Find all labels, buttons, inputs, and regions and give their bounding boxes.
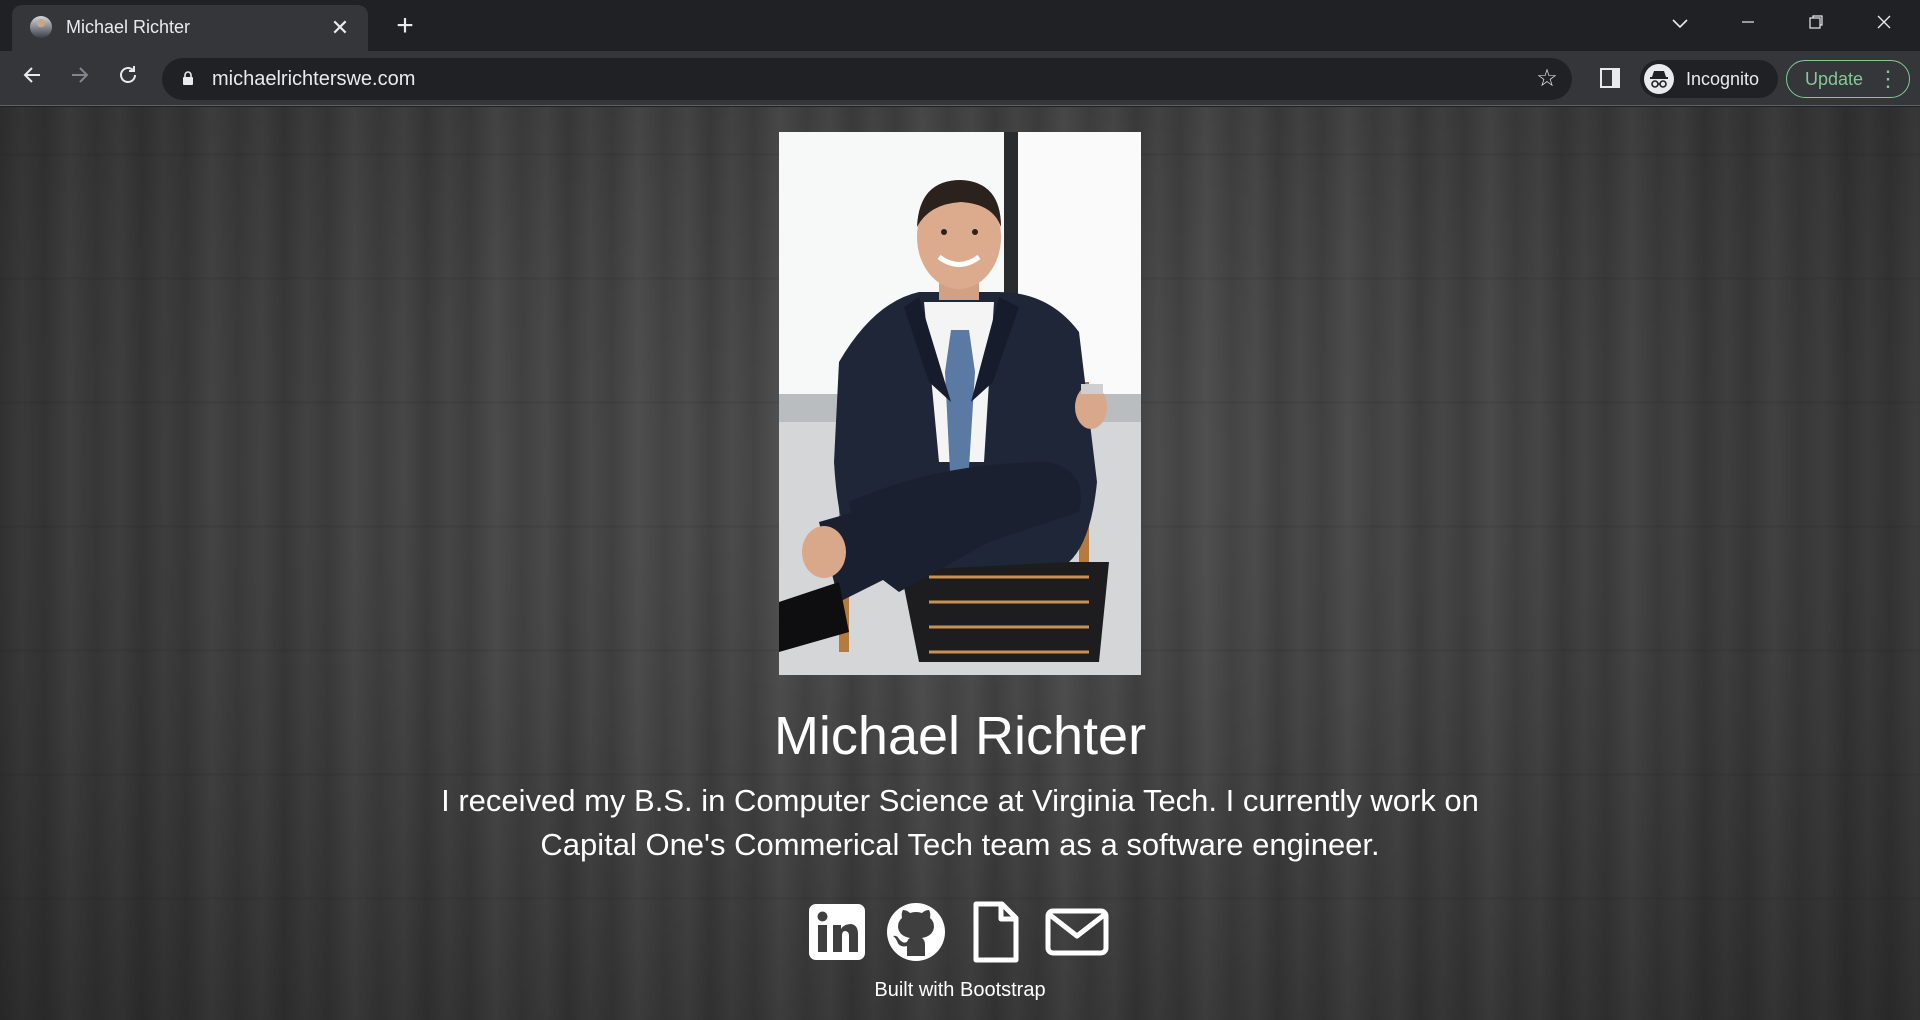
restore-button[interactable]	[1796, 6, 1836, 40]
minimize-button[interactable]	[1728, 6, 1768, 40]
menu-dots-icon[interactable]: ⋮	[1877, 65, 1899, 93]
incognito-indicator[interactable]: Incognito	[1640, 60, 1778, 98]
update-label: Update	[1805, 69, 1864, 89]
new-tab-button[interactable]: +	[390, 11, 420, 42]
social-links	[806, 901, 1116, 969]
tab-strip: Michael Richter ✕ +	[0, 0, 1920, 51]
linkedin-icon	[809, 904, 865, 960]
github-link[interactable]	[885, 901, 947, 963]
back-icon[interactable]	[16, 63, 48, 95]
incognito-label: Incognito	[1686, 69, 1760, 89]
page-title: Michael Richter	[773, 706, 1147, 766]
url-text[interactable]: michaelrichterswe.com	[212, 68, 415, 91]
tab-title: Michael Richter	[66, 17, 191, 37]
bio-text: I received my B.S. in Computer Science a…	[441, 783, 1479, 862]
resume-link[interactable]	[964, 901, 1026, 963]
github-icon	[887, 903, 945, 961]
reload-icon[interactable]	[112, 63, 144, 95]
profile-photo	[779, 132, 1141, 675]
linkedin-link[interactable]	[806, 901, 868, 963]
resume-file-icon	[973, 901, 1019, 963]
close-window-button[interactable]	[1864, 6, 1904, 40]
page-content: Michael Richter I received my B.S. in Co…	[0, 107, 1920, 1020]
address-bar[interactable]: michaelrichterswe.com ☆	[162, 58, 1572, 100]
email-link[interactable]	[1044, 901, 1109, 963]
tab-close-icon[interactable]: ✕	[328, 16, 352, 40]
lock-icon	[183, 71, 193, 85]
update-button[interactable]: Update ⋮	[1786, 60, 1910, 98]
bookmark-star-icon[interactable]: ☆	[1534, 66, 1560, 92]
incognito-icon	[1644, 64, 1674, 94]
favicon-icon	[30, 16, 52, 38]
browser-toolbar: michaelrichterswe.com ☆ Incognito Update…	[0, 51, 1920, 106]
email-icon	[1045, 908, 1109, 956]
browser-tab[interactable]: Michael Richter ✕	[12, 5, 368, 51]
footer-text: Built with Bootstrap	[874, 979, 1046, 1001]
side-panel-icon[interactable]	[1600, 68, 1620, 88]
tab-search-icon[interactable]	[1660, 6, 1700, 40]
forward-icon[interactable]	[64, 63, 96, 95]
